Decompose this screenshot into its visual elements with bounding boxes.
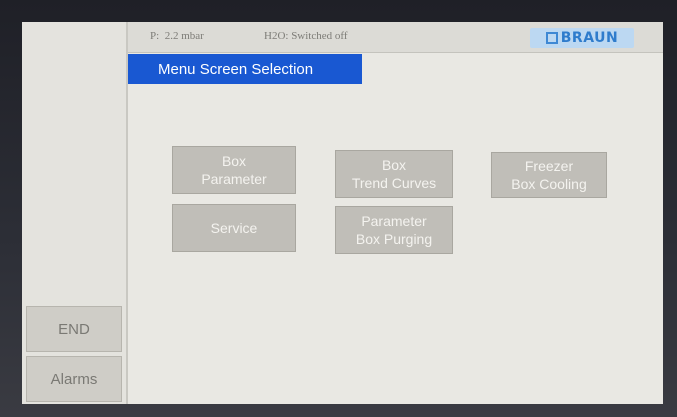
alarms-button-label: Alarms (50, 370, 98, 388)
status-bar: P: 2.2 mbar H2O: Switched off BRAUN (128, 22, 663, 53)
end-button-label: END (58, 320, 90, 338)
hmi-screen: END Alarms P: 2.2 mbar H2O: Switched off… (22, 22, 663, 404)
button-line-1: Parameter (361, 213, 427, 229)
logo-text: BRAUN (560, 30, 619, 46)
pressure-label: P: (150, 30, 160, 42)
freezer-box-cooling-button[interactable]: Freezer Box Cooling (491, 152, 607, 198)
service-button[interactable]: Service (172, 204, 296, 252)
sidebar: END Alarms (22, 22, 128, 404)
pressure-value: 2.2 mbar (164, 30, 204, 42)
device-bezel: END Alarms P: 2.2 mbar H2O: Switched off… (0, 0, 677, 417)
button-line-2: Box Cooling (511, 176, 587, 192)
h2o-status: H2O: Switched off (264, 30, 348, 42)
parameter-box-purging-button[interactable]: Parameter Box Purging (335, 206, 453, 254)
end-button[interactable]: END (26, 306, 122, 352)
button-line-1: Freezer (524, 158, 574, 174)
button-line-2: Parameter (201, 171, 267, 187)
alarms-button[interactable]: Alarms (26, 356, 122, 402)
page-title: Menu Screen Selection (128, 54, 362, 84)
box-parameter-button[interactable]: Box Parameter (172, 146, 296, 194)
page-title-text: Menu Screen Selection (158, 60, 314, 78)
button-line-1: Box (221, 153, 247, 169)
box-trend-curves-button[interactable]: Box Trend Curves (335, 150, 453, 198)
button-line-2: Trend Curves (351, 175, 437, 191)
button-line-1: Service (210, 220, 258, 236)
logo-mark-icon (545, 32, 558, 44)
pressure-readout: P: 2.2 mbar (150, 30, 204, 42)
button-line-1: Box (381, 157, 407, 173)
braun-logo: BRAUN (530, 28, 634, 48)
button-line-2: Box Purging (355, 231, 433, 247)
